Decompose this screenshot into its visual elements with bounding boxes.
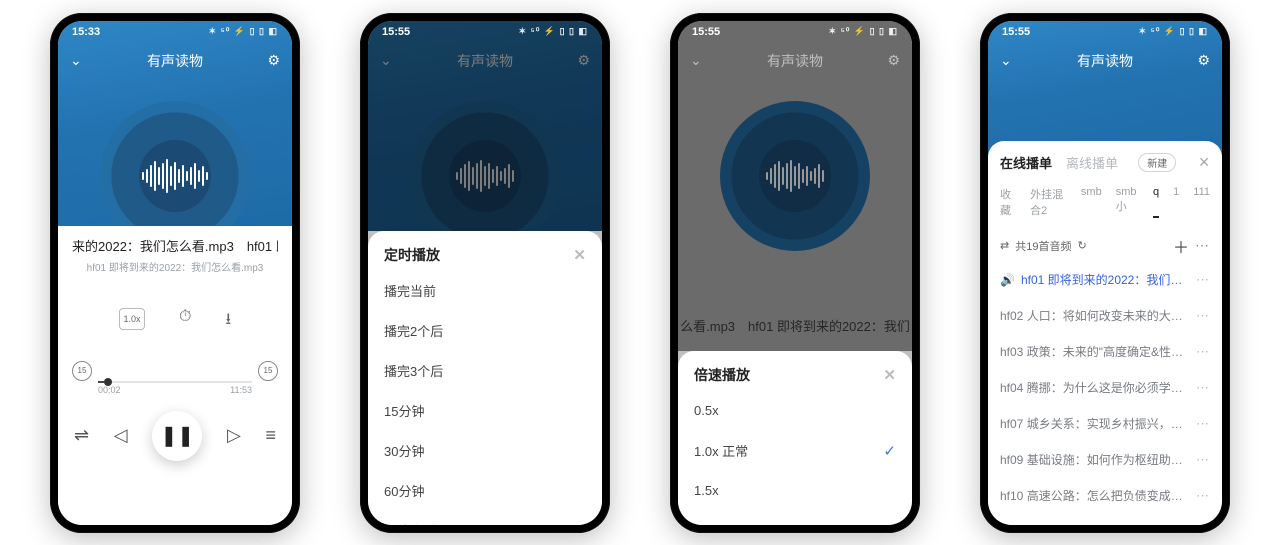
phone-player: 15:33 ✶ ⁵⁰ ⚡ ▯ ▯ ◧ ⌄ 有声读物 ⚙ 来的20 [50,13,300,533]
track-more-icon[interactable]: ⋯ [1196,308,1210,324]
sleep-timer-icon[interactable]: ⏱ [179,308,191,335]
track-more-icon[interactable]: ⋯ [1196,524,1210,525]
playlist-category[interactable]: 1 [1173,186,1179,218]
track-row[interactable]: hf07 城乡关系：实现乡村振兴，有什么…⋯ [1000,406,1210,442]
track-row[interactable]: hf10 高速公路：怎么把负债变成资产？…⋯ [1000,478,1210,514]
status-icons: ✶ ⁵⁰ ⚡ ▯ ▯ ◧ [209,26,279,37]
shuffle-icon[interactable]: ⇄ [1000,239,1009,252]
status-icons: ✶ ⁵⁰ ⚡ ▯ ▯ ◧ [519,26,589,37]
playlist-category[interactable]: 111 [1193,186,1210,218]
sheet-title: 倍速播放 [694,365,750,385]
track-more-icon[interactable]: ⋯ [1196,344,1210,360]
status-time: 15:55 [382,26,410,38]
close-icon[interactable]: ✕ [573,246,586,264]
timer-option[interactable]: 取消定时 [384,511,586,525]
timer-option[interactable]: 60分钟 [384,471,586,511]
refresh-icon[interactable]: ↻ [1077,239,1086,252]
speed-option[interactable]: 0.5x [694,391,896,431]
page-title: 有声读物 [96,51,254,71]
gear-icon[interactable]: ⚙ [574,52,590,69]
status-bar: 15:33 ✶ ⁵⁰ ⚡ ▯ ▯ ◧ [58,21,292,43]
playlist-category[interactable]: 外挂混合2 [1030,186,1067,218]
speed-option[interactable]: 1.0x 正常✓ [694,431,896,471]
page-title: 有声读物 [406,51,564,71]
sheet-title: 定时播放 [384,245,440,265]
track-more-icon[interactable]: ⋯ [1196,380,1210,396]
status-time: 15:33 [72,26,100,38]
new-playlist-button[interactable]: 新建 [1138,153,1176,172]
timer-option[interactable]: 播完3个后 [384,351,586,391]
track-more-icon[interactable]: ⋯ [1196,488,1210,504]
now-playing-title: 么看.mp3 hf01 即将到来的2022：我们 [678,316,912,335]
speaker-icon: 🔊 [1000,273,1015,287]
playlist-category[interactable]: smb小 [1116,186,1139,218]
timer-sheet: 定时播放 ✕ 播完当前播完2个后播完3个后15分钟30分钟60分钟取消定时 [368,231,602,525]
close-icon[interactable]: ✕ [883,366,896,384]
collapse-icon[interactable]: ⌄ [1000,52,1016,69]
speed-sheet: 倍速播放 ✕ 0.5x1.0x 正常✓1.5x2.0x [678,351,912,525]
collapse-icon[interactable]: ⌄ [70,52,86,69]
add-icon[interactable]: ＋ [1173,234,1189,258]
pause-button[interactable]: ❚❚ [152,411,202,461]
status-bar: 15:55 ✶ ⁵⁰ ⚡ ▯ ▯ ◧ [988,21,1222,43]
status-bar: 15:55 ✶ ⁵⁰ ⚡ ▯ ▯ ◧ [368,21,602,43]
track-row[interactable]: hf02 人口：将如何改变未来的大趋势？…⋯ [1000,298,1210,334]
more-icon[interactable]: ⋯ [1195,237,1210,254]
next-track-icon[interactable]: ▷ [227,425,241,446]
status-time: 15:55 [692,26,720,38]
track-row[interactable]: hf13 智能制造：对中国制造业有哪些好…⋯ [1000,514,1210,525]
timer-option[interactable]: 30分钟 [384,431,586,471]
track-more-icon[interactable]: ⋯ [1196,452,1210,468]
status-bar: 15:55 ✶ ⁵⁰ ⚡ ▯ ▯ ◧ [678,21,912,43]
speed-button[interactable]: 1.0x [119,308,145,330]
playlist-category[interactable]: 收藏 [1000,186,1016,218]
download-icon[interactable]: ⭳ [225,308,231,335]
close-icon[interactable]: ✕ [1198,154,1210,171]
track-row[interactable]: hf04 腾挪：为什么这是你必须学会的生…⋯ [1000,370,1210,406]
seek-bar[interactable]: 15 15 00:02 11:53 [72,361,278,395]
track-more-icon[interactable]: ⋯ [1196,272,1210,288]
skip-forward-15-icon[interactable]: 15 [258,361,278,381]
speed-option[interactable]: 2.0x [694,511,896,525]
track-count: 共19首音频 [1015,238,1071,254]
playlist-panel: 在线播单 离线播单 新建 ✕ 收藏外挂混合2smbsmb小q1111 ⇄ 共19… [988,141,1222,525]
collapse-icon[interactable]: ⌄ [690,52,706,69]
tab-online[interactable]: 在线播单 [1000,153,1052,172]
seek-thumb[interactable] [104,378,112,386]
gear-icon[interactable]: ⚙ [1194,52,1210,69]
repeat-icon[interactable]: ⇌ [74,425,89,446]
track-row[interactable]: 🔊hf01 即将到来的2022：我们怎么看…⋯ [1000,262,1210,298]
prev-track-icon[interactable]: ◁ [114,425,128,446]
phone-playlist: 15:55 ✶ ⁵⁰ ⚡ ▯ ▯ ◧ ⌄ 有声读物 ⚙ 在线播单 离线播单 新建… [980,13,1230,533]
phone-speed-sheet: 15:55 ✶ ⁵⁰ ⚡ ▯ ▯ ◧ ⌄ 有声读物 ⚙ 么看.mp3 hf01 … [670,13,920,533]
player-body: 来的2022：我们怎么看.mp3 hf01 即将到 hf01 即将到来的2022… [58,226,292,525]
check-icon: ✓ [883,442,896,460]
seek-total: 11:53 [230,385,252,395]
gear-icon[interactable]: ⚙ [884,52,900,69]
timer-option[interactable]: 15分钟 [384,391,586,431]
collapse-icon[interactable]: ⌄ [380,52,396,69]
timer-option[interactable]: 播完2个后 [384,311,586,351]
status-time: 15:55 [1002,26,1030,38]
speed-option[interactable]: 1.5x [694,471,896,511]
track-more-icon[interactable]: ⋯ [1196,416,1210,432]
phone-timer-sheet: 15:55 ✶ ⁵⁰ ⚡ ▯ ▯ ◧ ⌄ 有声读物 ⚙ 定时播放 ✕ 播完当前播… [360,13,610,533]
status-icons: ✶ ⁵⁰ ⚡ ▯ ▯ ◧ [1139,26,1209,37]
skip-back-15-icon[interactable]: 15 [72,361,92,381]
now-playing-title: 来的2022：我们怎么看.mp3 hf01 即将到 [72,236,278,255]
seek-elapsed: 00:02 [98,385,121,395]
page-title: 有声读物 [1026,51,1184,71]
now-playing-sub: hf01 即将到来的2022：我们怎么看.mp3 [72,259,278,274]
playlist-category[interactable]: q [1153,186,1159,218]
page-title: 有声读物 [716,51,874,71]
gear-icon[interactable]: ⚙ [264,52,280,69]
status-icons: ✶ ⁵⁰ ⚡ ▯ ▯ ◧ [829,26,899,37]
track-row[interactable]: hf03 政策：未来的"高度确定&性&"在哪…⋯ [1000,334,1210,370]
playlist-category[interactable]: smb [1081,186,1102,218]
track-row[interactable]: hf09 基础设施：如何作为枢纽助力城乡…⋯ [1000,442,1210,478]
tab-offline[interactable]: 离线播单 [1066,153,1118,172]
playlist-icon[interactable]: ≡ [265,425,276,446]
timer-option[interactable]: 播完当前 [384,271,586,311]
